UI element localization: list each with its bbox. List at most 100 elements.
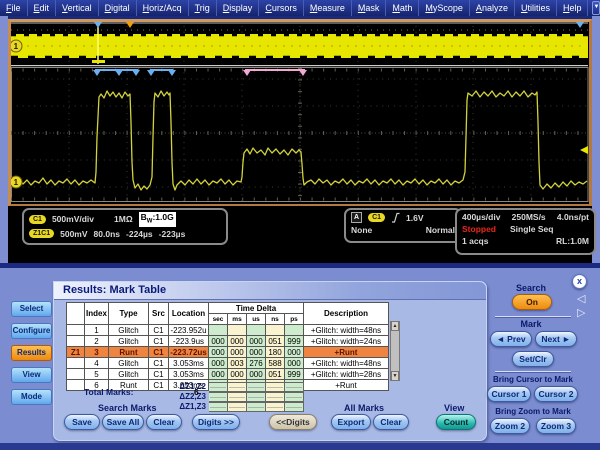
- cursor1-button[interactable]: Cursor 1: [487, 386, 531, 402]
- menu-item-math[interactable]: Math: [386, 0, 419, 16]
- cell-type: Glitch: [109, 358, 149, 369]
- table-scrollbar[interactable]: ▲ ▼: [390, 321, 400, 381]
- search-marks-label: Search Marks: [98, 403, 157, 413]
- menu-item-edit[interactable]: Edit: [28, 0, 57, 16]
- tab-select[interactable]: Select: [11, 301, 52, 317]
- waveform-display: 1 1: [8, 19, 592, 207]
- menu-item-measure[interactable]: Measure: [304, 0, 352, 16]
- cell-delta: 588: [266, 358, 285, 369]
- menu-item-trig[interactable]: Trig: [189, 0, 217, 16]
- menu-item-vertical[interactable]: Vertical: [56, 0, 99, 16]
- mark-col-header: [67, 303, 85, 325]
- type-header: Type: [109, 303, 149, 325]
- cell-delta: [228, 325, 247, 336]
- nav-right-icon[interactable]: ▷: [577, 308, 585, 319]
- search-on-button[interactable]: On: [512, 294, 552, 310]
- channel-readout[interactable]: C1 500mV/div 1MΩ BW:1.0G Z1C1 500mV 80.0…: [22, 208, 228, 245]
- sub-header-ns: ns: [266, 314, 285, 325]
- digits-expand-button[interactable]: Digits >>: [192, 414, 240, 430]
- view-label: View: [444, 403, 464, 413]
- zoom3-button[interactable]: Zoom 3: [536, 418, 576, 434]
- zoom2-button[interactable]: Zoom 2: [490, 418, 530, 434]
- cell-delta: 000: [228, 347, 247, 358]
- record-length: RL:1.0M: [556, 236, 589, 246]
- menu-item-help[interactable]: Help: [557, 0, 589, 16]
- menu-item-utilities[interactable]: Utilities: [515, 0, 557, 16]
- trigger-source-badge: C1: [368, 213, 385, 222]
- zoom-marker-icon: [94, 22, 102, 28]
- cell-description: +Glitch: width=48ns: [304, 325, 389, 336]
- menu-item-digital[interactable]: Digital: [99, 0, 137, 16]
- tab-view[interactable]: View: [11, 367, 52, 383]
- cell-delta: 000: [247, 347, 266, 358]
- mark-table-row[interactable]: 4GlitchC13.053ms000003276588000+Glitch: …: [67, 358, 389, 369]
- cell-delta: 999: [285, 369, 304, 380]
- delta-empty-cell: [247, 402, 266, 412]
- horizontal-readout[interactable]: 400µs/div 250MS/s 4.0ns/pt Stopped Singl…: [455, 208, 596, 255]
- acq-state: Stopped: [462, 224, 496, 234]
- mark-table-row[interactable]: 2GlitchC1-223.9us000000000051999+Glitch:…: [67, 336, 389, 347]
- glitch-mark-bracket-1: [93, 70, 140, 76]
- menu-item-display[interactable]: Display: [217, 0, 260, 16]
- trigger-a-badge: A: [351, 212, 362, 223]
- trigger-readout[interactable]: A C1 1.6V None Normal: [344, 208, 462, 243]
- cell-description: +Glitch: width=24ns: [304, 336, 389, 347]
- set-clear-mark-button[interactable]: Set/Clr: [512, 351, 554, 367]
- cell-type: Runt: [109, 347, 149, 358]
- mark-table-row[interactable]: 5GlitchC13.053ms000000000051999+Glitch: …: [67, 369, 389, 380]
- cell-index: 5: [85, 369, 109, 380]
- menu-item-cursors[interactable]: Cursors: [259, 0, 304, 16]
- waveform-trace: [11, 91, 587, 190]
- delta-empty-cell: [285, 382, 304, 392]
- menu-item-file[interactable]: File: [0, 0, 28, 16]
- tab-results[interactable]: Results: [11, 345, 52, 361]
- cell-type: Glitch: [109, 369, 149, 380]
- clear-all-marks-button[interactable]: Clear: [373, 414, 409, 430]
- delta-empty-cell: [285, 392, 304, 402]
- save-button[interactable]: Save: [64, 414, 100, 430]
- graticule: 1 1: [11, 22, 589, 204]
- menu-item-horizacq[interactable]: Horiz/Acq: [137, 0, 189, 16]
- menu-item-analyze[interactable]: Analyze: [470, 0, 515, 16]
- cell-delta: 000: [228, 369, 247, 380]
- ch1-scale: 500mV/div: [52, 214, 94, 224]
- menu-item-myscope[interactable]: MyScope: [419, 0, 470, 16]
- results-panel: Select Configure Results View Mode Results: …: [0, 263, 600, 450]
- clear-search-marks-button[interactable]: Clear: [146, 414, 182, 430]
- prev-mark-button[interactable]: ◄ Prev: [490, 331, 532, 347]
- menu-item-mask[interactable]: Mask: [352, 0, 387, 16]
- mark-table-row[interactable]: Z13RuntC1-223.72us000000000180000+Runt: [67, 347, 389, 358]
- nav-left-icon[interactable]: ◁: [577, 294, 585, 305]
- acq-mode: Single Seq: [510, 224, 553, 234]
- all-marks-label: All Marks: [344, 403, 384, 413]
- count-button[interactable]: Count: [436, 414, 476, 430]
- cursor2-button[interactable]: Cursor 2: [534, 386, 578, 402]
- mark-label: Mark: [487, 319, 575, 329]
- export-button[interactable]: Export: [331, 414, 371, 430]
- divider: [495, 316, 571, 317]
- cell-src: C1: [149, 369, 169, 380]
- tab-mode[interactable]: Mode: [11, 389, 52, 405]
- svg-text:1: 1: [14, 178, 19, 187]
- cell-delta: 000: [209, 347, 228, 358]
- panel-title: Results: Mark Table: [54, 282, 486, 300]
- next-mark-button[interactable]: Next ►: [535, 331, 577, 347]
- scroll-up-button[interactable]: ▲: [391, 321, 399, 331]
- cell-delta: [285, 325, 304, 336]
- cell-location: 3.053ms: [169, 369, 209, 380]
- mark-table-row[interactable]: 1GlitchC1-223.952u+Glitch: width=48ns: [67, 325, 389, 336]
- horiz-scale: 400µs/div: [462, 212, 500, 222]
- tab-configure[interactable]: Configure: [11, 323, 52, 339]
- cell-type: Glitch: [109, 336, 149, 347]
- total-marks-label: Total Marks:: [84, 387, 133, 397]
- runt-mark-bracket: [243, 70, 307, 76]
- delta-empty-cell: [228, 402, 247, 412]
- save-all-button[interactable]: Save All: [102, 414, 144, 430]
- cell-location: 3.053ms: [169, 358, 209, 369]
- digits-collapse-button[interactable]: <<Digits: [269, 414, 317, 430]
- sample-rate: 250MS/s: [512, 212, 546, 222]
- scroll-down-button[interactable]: ▼: [391, 371, 399, 381]
- delta-empty-cell: [266, 382, 285, 392]
- menu-overflow-button[interactable]: ▼: [592, 1, 600, 15]
- cell-delta: 000: [228, 336, 247, 347]
